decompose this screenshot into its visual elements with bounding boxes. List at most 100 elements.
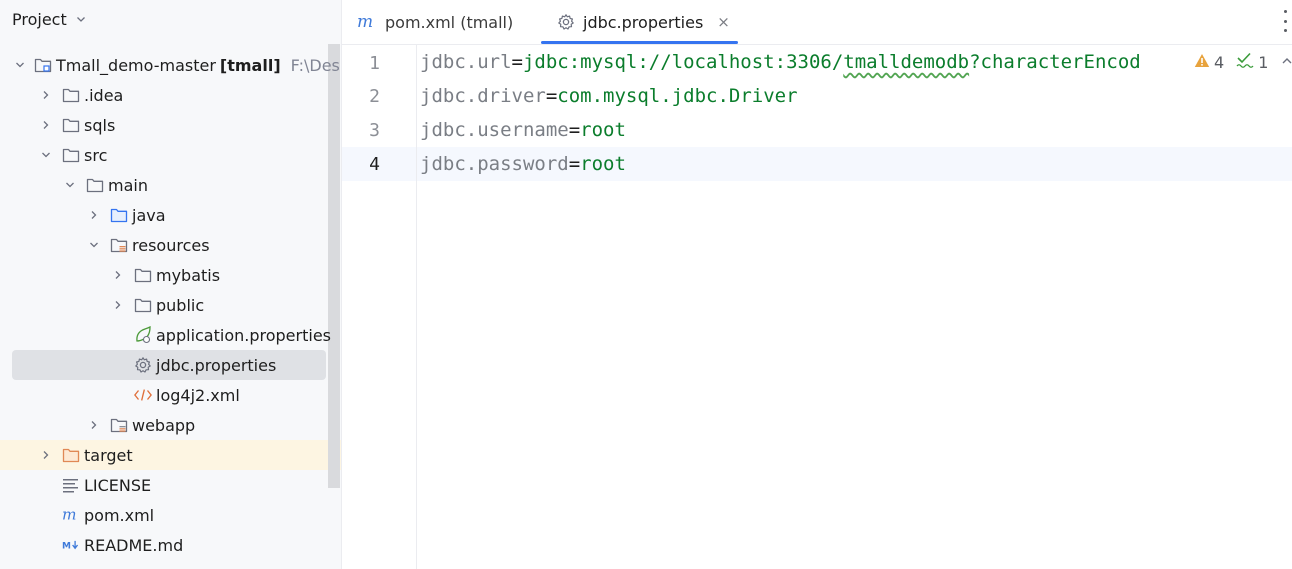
property-key: jdbc.username bbox=[420, 119, 569, 141]
tree-item-idea[interactable]: .idea bbox=[0, 80, 341, 110]
tree-item-label: src bbox=[84, 145, 108, 165]
code-line-current[interactable]: jdbc.password=root bbox=[420, 153, 626, 175]
module-name: [tmall] bbox=[219, 55, 281, 75]
line-number-current: 4 bbox=[369, 154, 380, 175]
tree-item-target[interactable]: target bbox=[0, 440, 341, 470]
tree-item-tmall-demo-master[interactable]: Tmall_demo-master[tmall] F:\Desk bbox=[0, 50, 341, 80]
code-line[interactable]: jdbc.url=jdbc:mysql://localhost:3306/tma… bbox=[420, 51, 1141, 73]
tree-item-readme-md[interactable]: M README.md bbox=[0, 530, 341, 560]
tree-item-log4j2-xml[interactable]: log4j2.xml bbox=[0, 380, 341, 410]
tree-item-label: target bbox=[84, 445, 133, 465]
tree-item-pom-xml[interactable]: m pom.xml bbox=[0, 500, 341, 530]
chevron-up-icon[interactable] bbox=[1280, 53, 1292, 72]
line-number-gutter: 1 2 3 4 bbox=[342, 45, 417, 569]
maven-icon: m bbox=[357, 14, 377, 30]
folder-icon bbox=[62, 86, 80, 104]
tree-item-label: .idea bbox=[84, 85, 124, 105]
tree-item-label: public bbox=[156, 295, 205, 315]
tree-item-mybatis[interactable]: mybatis bbox=[0, 260, 341, 290]
line-number: 2 bbox=[369, 86, 380, 107]
tree-item-webapp[interactable]: webapp bbox=[0, 410, 341, 440]
chevron-right-icon[interactable] bbox=[38, 87, 54, 103]
tree-item-label: resources bbox=[132, 235, 210, 255]
svg-text:m: m bbox=[357, 14, 373, 30]
tree-item-application-properties[interactable]: application.properties bbox=[0, 320, 341, 350]
markdown-icon: M bbox=[62, 536, 80, 554]
project-panel: Project Tmall_demo-master[tmall] F:\Desk.… bbox=[0, 0, 342, 569]
property-value: root bbox=[580, 119, 626, 141]
warning-icon bbox=[1194, 53, 1210, 72]
warnings-indicator[interactable]: 4 bbox=[1194, 53, 1224, 72]
chevron-down-icon[interactable] bbox=[62, 177, 78, 193]
editor-tabs: m pom.xml (tmall) jdbc.properties × bbox=[342, 0, 1292, 45]
typo-check-icon bbox=[1236, 52, 1254, 72]
chevron-down-icon bbox=[75, 13, 87, 25]
chevron-right-icon[interactable] bbox=[38, 117, 54, 133]
tab-label: pom.xml (tmall) bbox=[385, 12, 514, 32]
chevron-right-icon[interactable] bbox=[86, 417, 102, 433]
active-tab-indicator bbox=[541, 41, 738, 44]
chevron-down-icon[interactable] bbox=[14, 57, 26, 73]
project-title: Project bbox=[12, 9, 67, 29]
tree-item-license[interactable]: LICENSE bbox=[0, 470, 341, 500]
equals-sign: = bbox=[545, 85, 558, 107]
typo-highlight: tmalldemodb bbox=[843, 51, 970, 73]
module-path: F:\Desk bbox=[290, 55, 341, 75]
chevron-right-icon[interactable] bbox=[86, 207, 102, 223]
tree-item-label: README.md bbox=[84, 535, 184, 555]
editor-area: m pom.xml (tmall) jdbc.properties × 1 2 … bbox=[342, 0, 1292, 569]
maven-icon: m bbox=[62, 506, 80, 524]
tree-item-sqls[interactable]: sqls bbox=[0, 110, 341, 140]
tree-item-src[interactable]: src bbox=[0, 140, 341, 170]
tree-item-label: java bbox=[132, 205, 166, 225]
chevron-right-icon[interactable] bbox=[38, 447, 54, 463]
property-key: jdbc.password bbox=[420, 153, 569, 175]
chevron-down-icon[interactable] bbox=[38, 147, 54, 163]
text-file-icon bbox=[62, 476, 80, 494]
chevron-right-icon[interactable] bbox=[110, 267, 126, 283]
tab-pom-xml[interactable]: m pom.xml (tmall) bbox=[357, 0, 513, 44]
property-value: jdbc:mysql://localhost:3306/ bbox=[522, 51, 844, 73]
excluded-folder-icon bbox=[62, 446, 80, 464]
folder-icon bbox=[62, 116, 80, 134]
tree-item-public[interactable]: public bbox=[0, 290, 341, 320]
tree-item-label: webapp bbox=[132, 415, 196, 435]
tree-item-jdbc-properties[interactable]: jdbc.properties bbox=[0, 350, 341, 380]
close-icon[interactable]: × bbox=[717, 13, 730, 31]
tree-item-main[interactable]: main bbox=[0, 170, 341, 200]
tab-label: jdbc.properties bbox=[583, 12, 704, 32]
folder-icon bbox=[134, 266, 152, 284]
tree-item-label: Tmall_demo-master bbox=[56, 55, 216, 75]
spring-config-icon bbox=[134, 326, 152, 344]
gear-icon bbox=[134, 356, 152, 374]
project-view-selector[interactable]: Project bbox=[12, 8, 87, 30]
chevron-down-icon[interactable] bbox=[86, 237, 102, 253]
equals-sign: = bbox=[511, 51, 523, 73]
source-folder-icon bbox=[110, 206, 128, 224]
project-scrollbar[interactable] bbox=[328, 44, 340, 488]
gear-icon bbox=[557, 13, 575, 31]
typos-count: 1 bbox=[1258, 52, 1269, 72]
tree-item-resources[interactable]: resources bbox=[0, 230, 341, 260]
code-line[interactable]: jdbc.username=root bbox=[420, 119, 626, 141]
chevron-right-icon[interactable] bbox=[110, 297, 126, 313]
code-line[interactable]: jdbc.driver=com.mysql.jdbc.Driver bbox=[420, 85, 798, 107]
property-value: com.mysql.jdbc.Driver bbox=[557, 85, 798, 107]
svg-text:M: M bbox=[62, 541, 71, 551]
inspection-widget[interactable]: 4 1 bbox=[1188, 52, 1292, 72]
tree-item-label: log4j2.xml bbox=[156, 385, 240, 405]
typos-indicator[interactable]: 1 bbox=[1236, 52, 1268, 72]
xml-icon bbox=[134, 386, 152, 404]
tab-jdbc-properties[interactable]: jdbc.properties × bbox=[557, 0, 730, 44]
tree-item-label: jdbc.properties bbox=[156, 355, 277, 375]
tree-item-label: main bbox=[108, 175, 148, 195]
tree-item-java[interactable]: java bbox=[0, 200, 341, 230]
tree-item-label: mybatis bbox=[156, 265, 221, 285]
property-key: jdbc.driver bbox=[420, 85, 546, 107]
line-number: 3 bbox=[369, 120, 380, 141]
more-vertical-icon[interactable] bbox=[1282, 10, 1288, 32]
